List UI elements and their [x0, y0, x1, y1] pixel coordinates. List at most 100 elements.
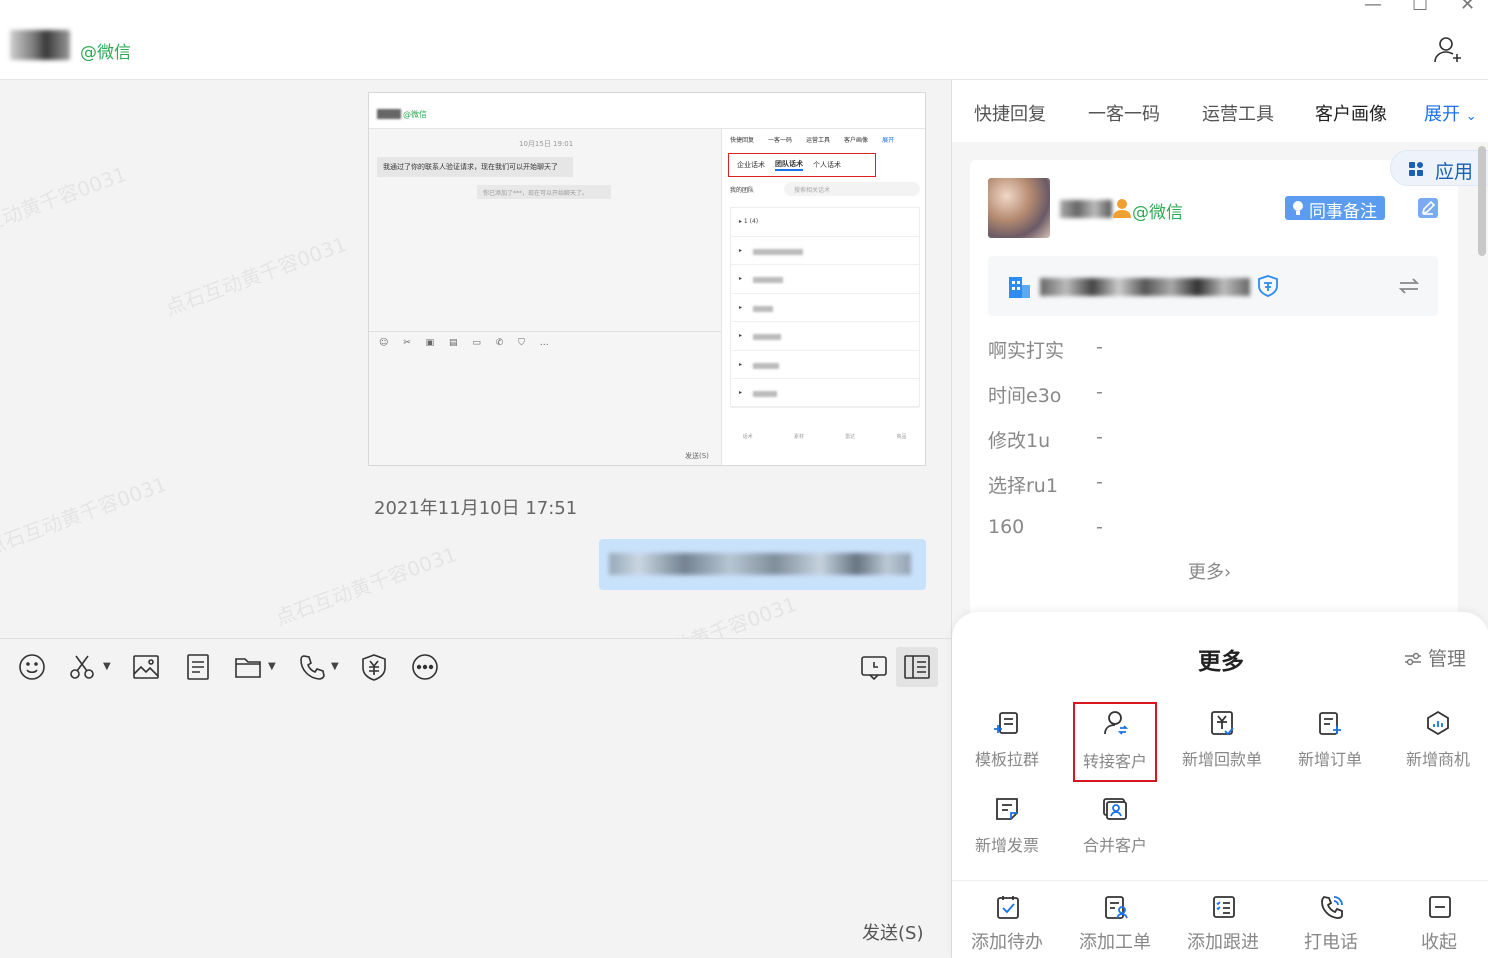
list-item: ▸: [731, 294, 919, 322]
embedded-note: 你已添加了***，现在可以开始聊天了。: [477, 185, 611, 199]
more-fields-link[interactable]: 更多›: [1188, 558, 1231, 584]
edit-icon[interactable]: [1418, 198, 1438, 218]
add-todo-button[interactable]: 添加待办: [957, 880, 1057, 958]
field-label: 时间e3o: [988, 385, 1062, 407]
chevron-down-icon[interactable]: ▼: [103, 661, 111, 672]
document-icon[interactable]: [184, 653, 212, 681]
field-label: 160: [988, 516, 1025, 538]
send-button[interactable]: 发送(S): [862, 919, 923, 945]
embedded-header: @微信: [369, 93, 925, 129]
manage-button[interactable]: 管理: [1404, 644, 1466, 671]
emoji-icon[interactable]: [18, 653, 46, 681]
embedded-toolbar-icons: ☺ ✂ ▣ ▤ ▭ ✆ ⛉ …: [379, 338, 555, 348]
opportunity-icon: [1427, 710, 1449, 736]
tab-expand[interactable]: 展开 ⌄: [1424, 100, 1477, 126]
tab-one-customer-code[interactable]: 一客一码: [1088, 100, 1160, 126]
grid-item-label: 新增商机: [1405, 750, 1470, 769]
tab-quick-reply[interactable]: 快捷回复: [974, 100, 1046, 126]
embedded-bottom-tab: 商品: [896, 434, 907, 440]
field-value: -: [1096, 471, 1103, 493]
list-item-label: 1 (4): [743, 218, 759, 225]
collapse-icon: [1429, 896, 1451, 918]
payment-shield-icon[interactable]: [360, 653, 388, 681]
tab-customer-profile[interactable]: 客户画像: [1315, 100, 1387, 126]
merge-customer-button[interactable]: 合并客户: [1065, 788, 1165, 858]
company-info-box[interactable]: [988, 256, 1438, 316]
transfer-customer-button[interactable]: 转接客户: [1073, 702, 1157, 782]
field-value: -: [1096, 336, 1103, 358]
switch-arrows-icon[interactable]: [1398, 276, 1420, 296]
grid-item-label: 模板拉群: [974, 750, 1039, 769]
watermark: 点石互动黄千容0031: [162, 231, 350, 320]
field-value: -: [1096, 381, 1103, 403]
follow-up-icon: [1213, 896, 1235, 918]
add-work-order-button[interactable]: 添加工单: [1065, 880, 1165, 958]
field-value: -: [1096, 426, 1103, 448]
chat-header: @微信 — ☐ ✕: [0, 0, 1488, 80]
tab-operation-tools[interactable]: 运营工具: [1202, 100, 1274, 126]
close-button[interactable]: ✕: [1460, 0, 1475, 15]
customer-name-blurred: [1060, 200, 1112, 218]
embedded-sub-tabs-highlight: 企业话术 团队话术 个人话术: [728, 153, 876, 177]
template-group-button[interactable]: 模板拉群: [957, 702, 1057, 772]
person-icon: [1113, 199, 1131, 218]
apps-button-label: 应用: [1435, 161, 1474, 183]
list-item: ▸: [731, 379, 919, 408]
sidebar-panel-icon[interactable]: [903, 653, 931, 681]
add-member-icon[interactable]: [1432, 34, 1464, 66]
bottom-item-label: 收起: [1421, 932, 1457, 953]
customer-source-tag: @微信: [1132, 203, 1183, 223]
image-icon[interactable]: [132, 653, 160, 681]
apps-grid-icon: [1409, 162, 1423, 176]
chevron-down-icon[interactable]: ▼: [331, 661, 339, 672]
screenshot-scissors-icon[interactable]: [68, 653, 96, 681]
add-payment-receipt-button[interactable]: 新增回款单: [1172, 702, 1272, 772]
message-input-area[interactable]: ▼ ▼ ▼ 发送(S): [0, 638, 951, 958]
bottom-item-label: 添加工单: [1079, 932, 1151, 953]
minimize-button[interactable]: —: [1364, 0, 1382, 15]
sent-message-blurred: [609, 553, 911, 575]
collapse-button[interactable]: 收起: [1389, 880, 1488, 958]
embedded-team-label: 我的团队: [730, 187, 755, 194]
order-icon: [1319, 712, 1341, 735]
customer-avatar: [988, 178, 1050, 238]
template-group-icon: [994, 712, 1018, 734]
colleague-note-label: 同事备注: [1309, 202, 1377, 222]
contact-source-tag: @微信: [80, 43, 131, 63]
grid-item-label: 新增订单: [1297, 750, 1362, 769]
add-invoice-button[interactable]: 新增发票: [957, 788, 1057, 858]
panel-scrollbar[interactable]: [1478, 146, 1486, 256]
image-message[interactable]: @微信 10月15日 19:01 我通过了你的联系人验证请求，现在我们可以开始聊…: [368, 92, 926, 466]
verified-shield-icon: [1258, 275, 1278, 297]
more-actions-sheet: 更多 管理 模板拉群 转接客户 新增回款单 新增订单 新增商机 新增发票 合并客…: [952, 612, 1488, 958]
sent-message-bubble[interactable]: [599, 539, 926, 590]
grid-item-label: 新增发票: [974, 836, 1039, 855]
chevron-down-icon[interactable]: ▼: [268, 661, 276, 672]
add-opportunity-button[interactable]: 新增商机: [1388, 702, 1488, 772]
customer-side-panel: 快捷回复 一客一码 运营工具 客户画像 展开 ⌄ @微信 同事备注 啊实打实 -…: [951, 80, 1488, 958]
merge-customer-icon: [1103, 798, 1127, 820]
field-label: 选择ru1: [988, 475, 1058, 497]
bottom-item-label: 打电话: [1304, 932, 1358, 953]
embedded-tab: 客户画像: [844, 137, 869, 144]
manage-label: 管理: [1428, 648, 1467, 670]
chat-message-area[interactable]: 点石互动黄千容0031 点石互动黄千容0031 点石互动黄千容0031 点石互动…: [0, 80, 951, 638]
bottom-item-label: 添加跟进: [1187, 932, 1259, 953]
embedded-toolbar: ☺ ✂ ▣ ▤ ▭ ✆ ⛉ …: [369, 331, 721, 465]
add-follow-up-button[interactable]: 添加跟进: [1173, 880, 1273, 958]
list-item: ▸: [731, 351, 919, 379]
folder-icon[interactable]: [234, 653, 262, 681]
more-icon[interactable]: [411, 653, 439, 681]
watermark: 点石互动黄千容0031: [0, 471, 170, 560]
history-message-icon[interactable]: [860, 653, 888, 681]
phone-icon[interactable]: [298, 653, 326, 681]
make-call-button[interactable]: 打电话: [1281, 880, 1381, 958]
embedded-name-blurred: [377, 109, 401, 119]
embedded-bottom-tab: 雷达: [845, 434, 856, 440]
add-order-button[interactable]: 新增订单: [1280, 702, 1380, 772]
apps-button[interactable]: 应用: [1390, 150, 1488, 186]
contact-name-blurred: [10, 30, 70, 60]
maximize-button[interactable]: ☐: [1412, 0, 1428, 15]
colleague-note-button[interactable]: 同事备注: [1285, 196, 1385, 222]
watermark: 点石互动黄千容0031: [272, 541, 460, 630]
